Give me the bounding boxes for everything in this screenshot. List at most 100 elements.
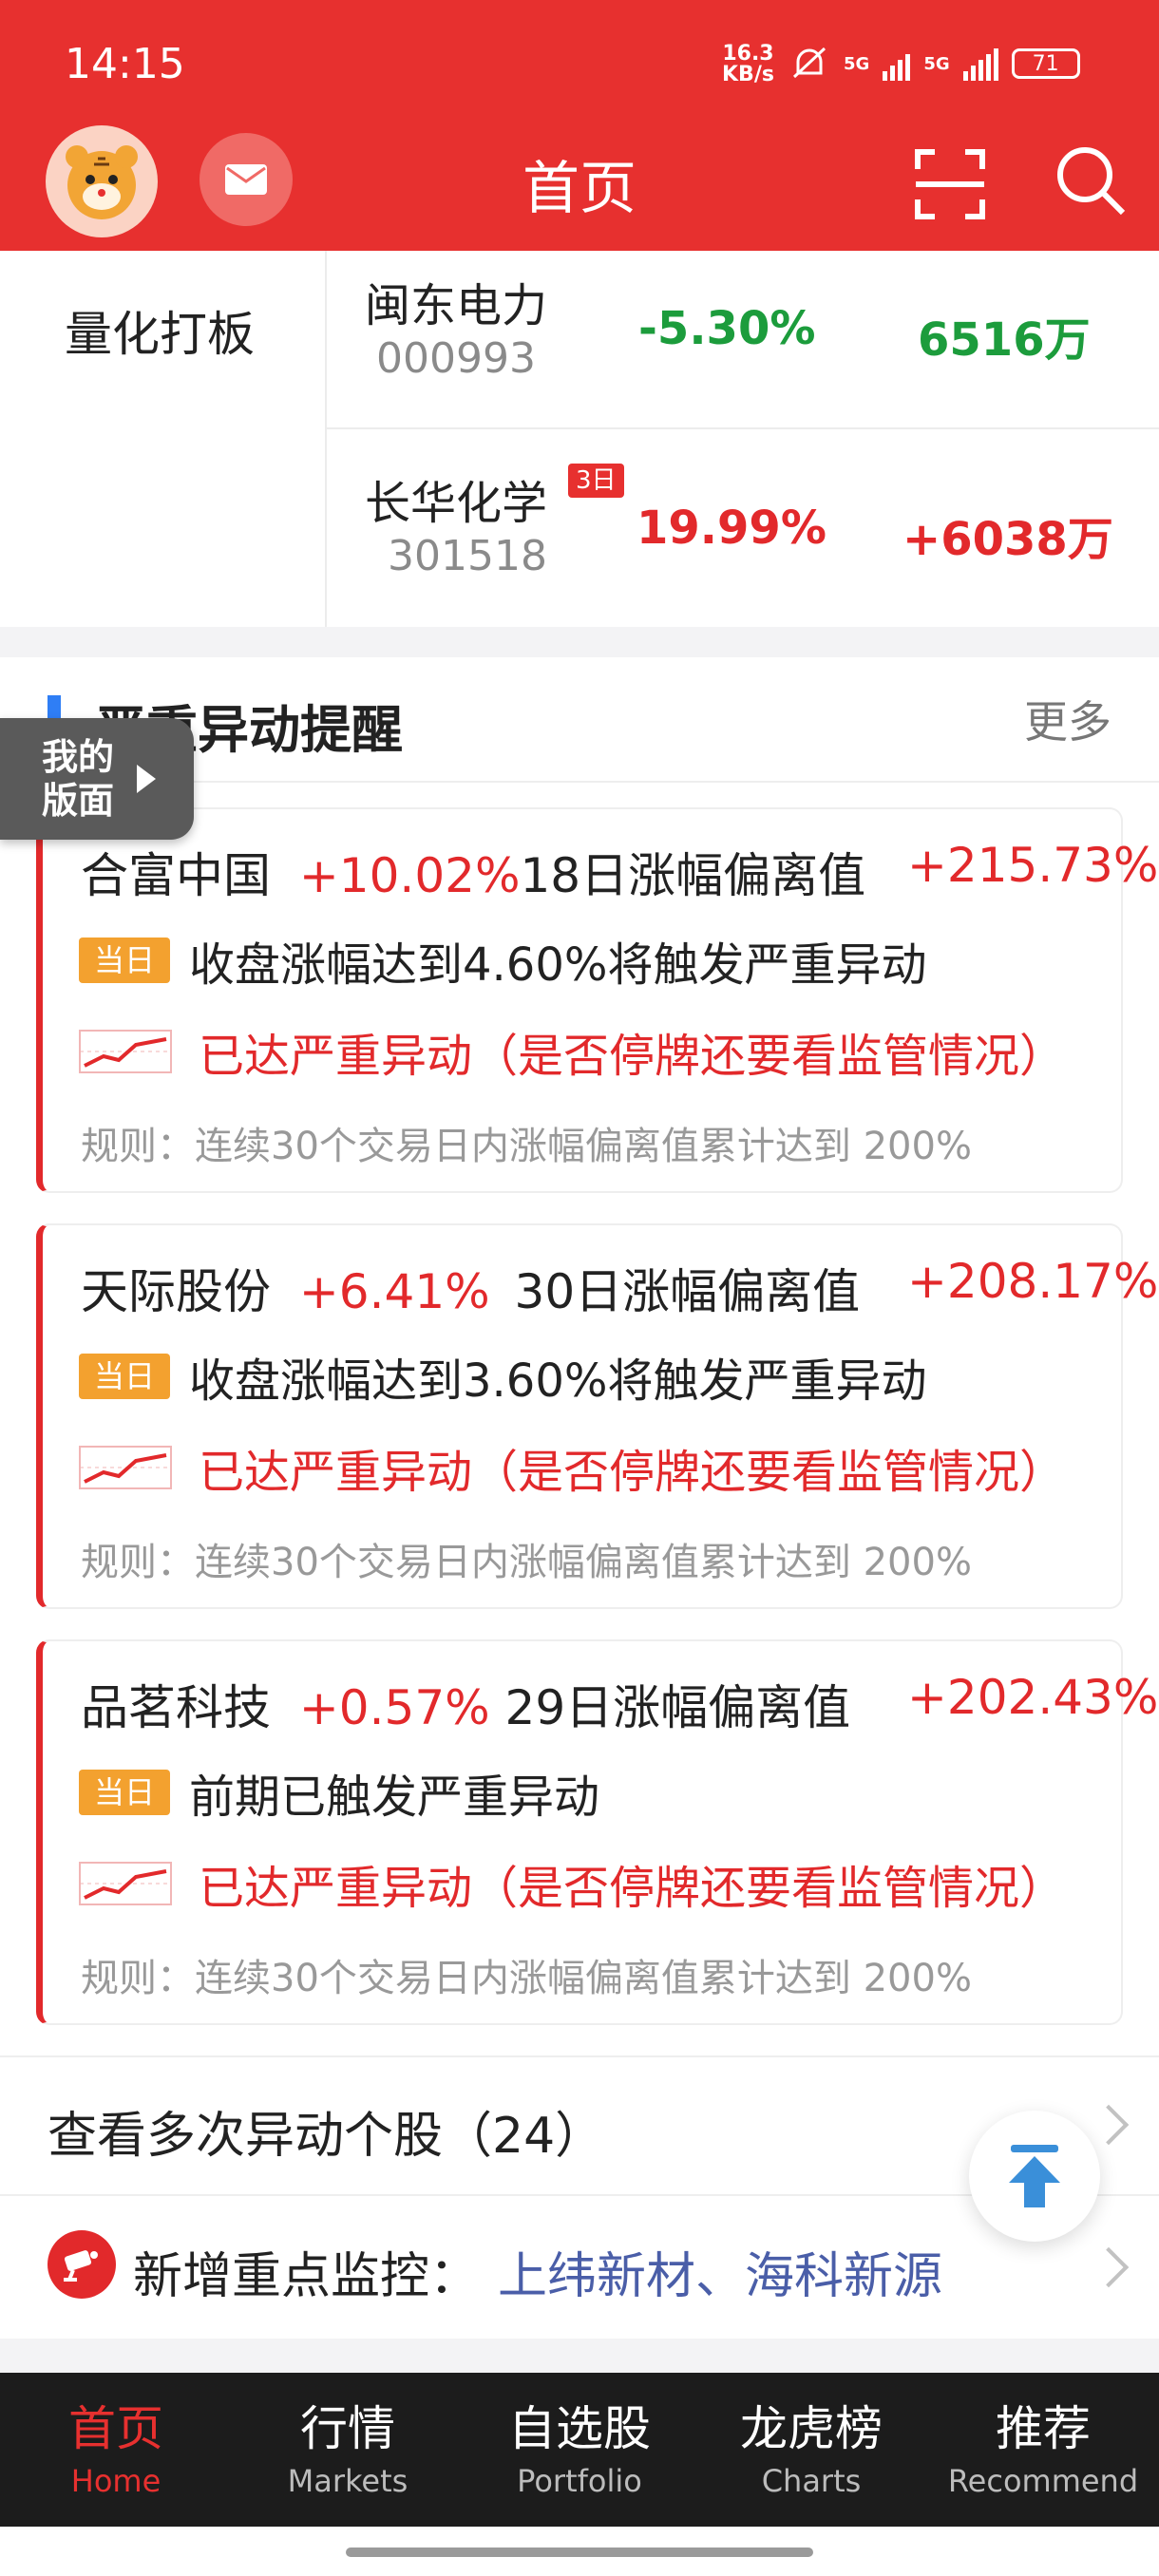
network-speed: 16.3 KB/s [722, 44, 774, 85]
alert-trigger-line: 当日 前期已触发严重异动 [79, 1759, 599, 1826]
alert-trigger-line: 当日 收盘涨幅达到3.60%将触发严重异动 [79, 1343, 927, 1410]
alert-period: 18日涨幅偏离值 [520, 848, 866, 903]
trend-chart-icon [79, 1030, 172, 1073]
stock-change: 19.99% [636, 502, 826, 555]
network-speed-value: 16.3 [722, 42, 774, 66]
today-tag: 当日 [79, 938, 170, 983]
alert-status-line: 已达严重异动（是否停牌还要看监管情况） [79, 1850, 1065, 1917]
scan-icon [915, 149, 985, 219]
my-layout-line2: 版面 [42, 780, 115, 822]
stock-name: 长华化学 [365, 477, 548, 530]
tab-markets[interactable]: 行情 Markets [232, 2373, 464, 2527]
alert-trigger-line: 当日 收盘涨幅达到4.60%将触发严重异动 [79, 927, 927, 994]
alert-period: 29日涨幅偏离值 [504, 1680, 851, 1735]
stock-row[interactable]: 长华化学 301518 [365, 465, 547, 580]
alert-rule: 规则：连续30个交易日内涨幅偏离值累计达到 200% [81, 1125, 972, 1168]
search-button[interactable] [1053, 142, 1129, 218]
alert-status: 已达严重异动（是否停牌还要看监管情况） [199, 1862, 1066, 1915]
alert-headline: 天际股份 +6.41% 30日涨幅偏离值 +208.17% [81, 1254, 1158, 1322]
tab-home[interactable]: 首页 Home [0, 2373, 232, 2527]
tiger-avatar[interactable] [46, 125, 158, 237]
home-indicator[interactable] [346, 2548, 813, 2557]
stock-row[interactable]: 闽东电力 000993 [365, 268, 547, 383]
chevron-right-icon [1088, 2104, 1130, 2146]
tab-sublabel: Charts [761, 2463, 862, 2499]
key-monitor-stocks[interactable]: 上纬新材、海科新源 [498, 2236, 942, 2307]
tiger-icon [66, 145, 138, 219]
alert-rule: 规则：连续30个交易日内涨幅偏离值累计达到 200% [81, 1957, 972, 2000]
arrow-up-icon [1009, 2145, 1060, 2207]
stock-code: 000993 [376, 334, 536, 383]
chevron-right-icon [1088, 2246, 1130, 2288]
tab-label: 龙虎榜 [740, 2401, 883, 2456]
battery-level: 71 [1032, 51, 1059, 76]
my-layout-tab[interactable]: 我的 版面 [0, 718, 194, 840]
stock-code: 301518 [388, 532, 547, 580]
network-5g-label-2: 5G [923, 53, 950, 74]
signal-icon-2 [962, 47, 998, 81]
multi-alert-label: 查看多次异动个股（24） [48, 2108, 605, 2165]
alert-stock-name: 天际股份 [81, 1264, 271, 1319]
alert-stock-name: 品茗科技 [81, 1680, 271, 1735]
stock-amount: +6038万 [902, 513, 1113, 566]
tab-sublabel: Home [70, 2463, 162, 2499]
alert-period: 30日涨幅偏离值 [514, 1264, 861, 1319]
key-monitor-label: 新增重点监控： [133, 2248, 480, 2305]
mail-icon [225, 164, 267, 195]
trend-chart-icon [79, 1862, 172, 1905]
alert-trigger: 前期已触发严重异动 [189, 1771, 600, 1824]
alert-change: +10.02% [298, 848, 521, 903]
alert-status: 已达严重异动（是否停牌还要看监管情况） [199, 1446, 1066, 1499]
tab-sublabel: Portfolio [517, 2463, 642, 2499]
tab-recommend[interactable]: 推荐 Recommend [927, 2373, 1159, 2527]
tab-label: 推荐 [996, 2401, 1091, 2456]
status-icons: 5G 5G 71 [788, 40, 1080, 87]
quant-board-label[interactable]: 量化打板 [65, 296, 255, 365]
tab-sublabel: Recommend [947, 2463, 1139, 2499]
back-to-top-button[interactable] [969, 2111, 1100, 2242]
days-badge: 3日 [568, 464, 624, 498]
more-link[interactable]: 更多 [1024, 688, 1112, 750]
alert-trigger: 收盘涨幅达到3.60%将触发严重异动 [189, 1354, 927, 1408]
trend-chart-icon [79, 1446, 172, 1489]
alert-deviation: +215.73% [907, 838, 1159, 893]
stock-change: -5.30% [638, 302, 816, 355]
tab-charts[interactable]: 龙虎榜 Charts [695, 2373, 927, 2527]
my-layout-label: 我的 版面 [42, 735, 114, 823]
alert-trigger: 收盘涨幅达到4.60%将触发严重异动 [189, 938, 927, 992]
stock-name: 闽东电力 [365, 279, 548, 332]
alert-change: +6.41% [298, 1264, 490, 1319]
alert-status: 已达严重异动（是否停牌还要看监管情况） [199, 1030, 1066, 1083]
divider [325, 251, 327, 627]
message-button[interactable] [200, 133, 293, 226]
alert-deviation: +208.17% [907, 1254, 1159, 1309]
bottom-tab-bar: 首页 Home 行情 Markets 自选股 Portfolio 龙虎榜 Cha… [0, 2373, 1159, 2527]
today-tag: 当日 [79, 1354, 170, 1399]
network-5g-label: 5G [844, 53, 870, 74]
camera-monitor-icon [48, 2230, 116, 2299]
tab-label: 首页 [68, 2401, 163, 2456]
scan-button[interactable] [914, 148, 986, 220]
tab-portfolio[interactable]: 自选股 Portfolio [464, 2373, 695, 2527]
alert-headline: 品茗科技 +0.57% 29日涨幅偏离值 +202.43% [81, 1670, 1158, 1738]
stock-amount: 6516万 [918, 313, 1091, 367]
alert-card[interactable]: 合富中国 +10.02%18日涨幅偏离值 +215.73% 当日 收盘涨幅达到4… [36, 807, 1158, 1193]
tab-label: 行情 [300, 2401, 395, 2456]
alert-stock-name: 合富中国 [81, 848, 271, 903]
alert-card[interactable]: 天际股份 +6.41% 30日涨幅偏离值 +208.17% 当日 收盘涨幅达到3… [36, 1223, 1158, 1609]
search-icon [1057, 147, 1126, 216]
divider [327, 427, 1159, 429]
alert-change: +0.57% [298, 1680, 490, 1735]
alert-status-line: 已达严重异动（是否停牌还要看监管情况） [79, 1434, 1065, 1501]
status-time: 14:15 [65, 40, 185, 88]
today-tag: 当日 [79, 1770, 170, 1815]
battery-icon: 71 [1011, 48, 1080, 79]
alert-card[interactable]: 品茗科技 +0.57% 29日涨幅偏离值 +202.43% 当日 前期已触发严重… [36, 1639, 1158, 2025]
tab-label: 自选股 [508, 2401, 651, 2456]
play-arrow-icon [137, 765, 157, 793]
mute-icon [792, 47, 826, 79]
my-layout-line1: 我的 [42, 736, 115, 778]
signal-icon [883, 47, 911, 81]
alert-deviation: +202.43% [907, 1670, 1159, 1725]
tab-sublabel: Markets [287, 2463, 408, 2499]
